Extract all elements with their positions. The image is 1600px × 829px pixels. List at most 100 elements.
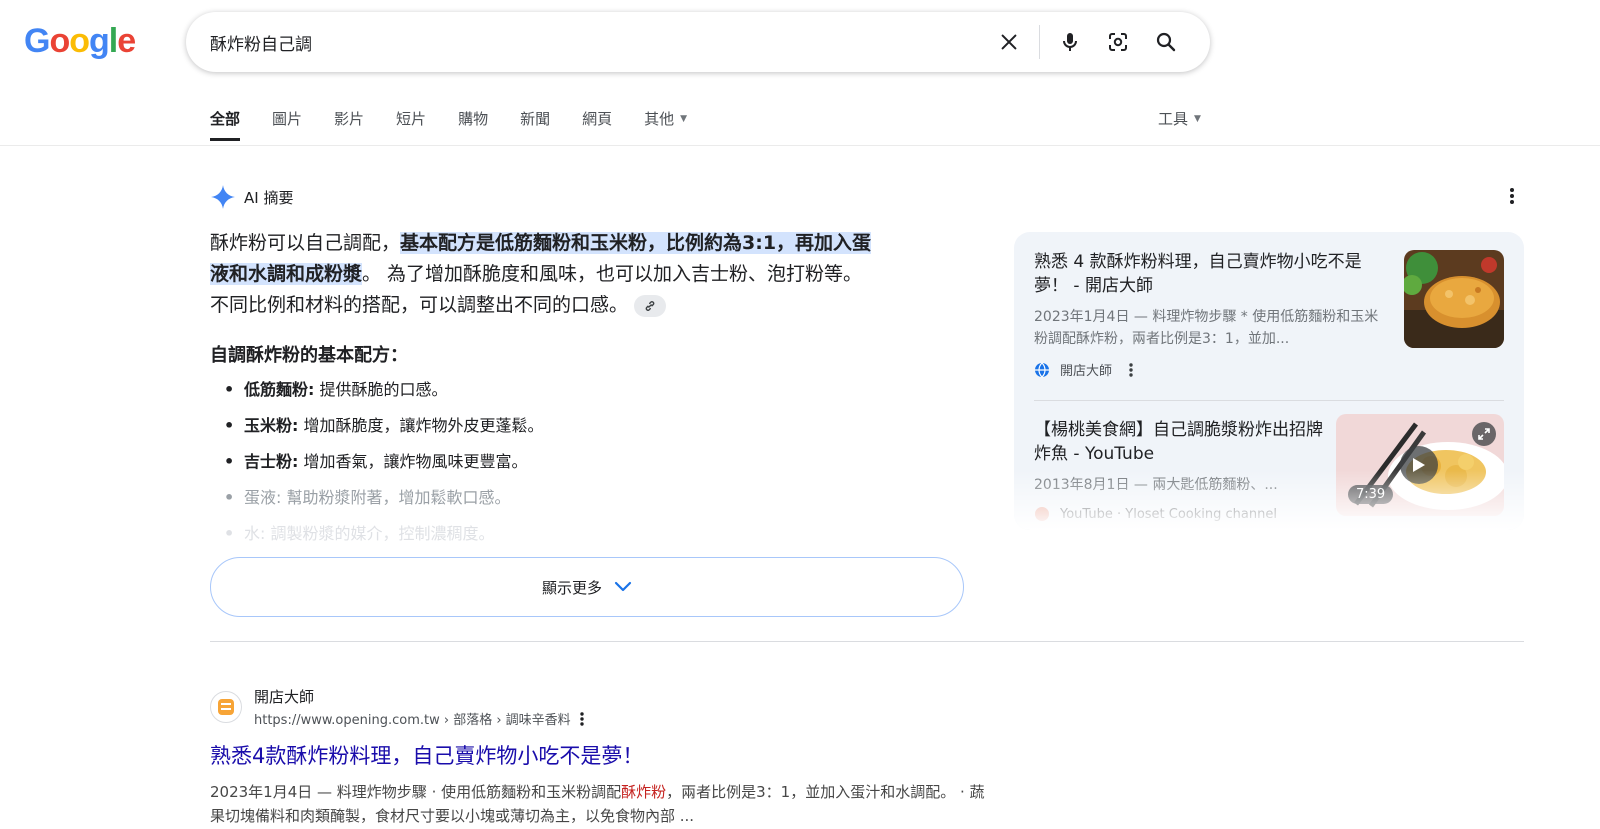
logo-letter: g (89, 22, 110, 60)
tab-images[interactable]: 圖片 (272, 108, 302, 141)
list-item: 吉士粉: 增加香氣，讓炸物風味更豐富。 (224, 450, 944, 474)
tab-web[interactable]: 網頁 (582, 108, 612, 141)
show-more-label: 顯示更多 (541, 578, 602, 597)
source-card-divider (1034, 400, 1504, 401)
source-name: YouTube · Yloset Cooking channel (1060, 506, 1277, 522)
source-card-title[interactable]: 熟悉 4 款酥炸粉料理，自己賣炸物小吃不是夢！ - 開店大師 (1034, 250, 1384, 298)
ai-sources-panel: 熟悉 4 款酥炸粉料理，自己賣炸物小吃不是夢！ - 開店大師 2023年1月4日… (1014, 232, 1524, 530)
search-actions (985, 12, 1190, 72)
youtube-channel-icon (1035, 507, 1049, 521)
ai-highlight: 液和水調和成粉漿 (210, 263, 363, 285)
expand-icon (1478, 428, 1490, 440)
source-card[interactable]: 【楊桃美食網】自己調脆漿粉炸出招牌炸魚 - YouTube 2013年8月1日 … (1034, 414, 1504, 522)
google-logo[interactable]: Google (24, 22, 136, 61)
source-thumbnail[interactable] (1404, 250, 1504, 348)
search-divider (1039, 25, 1040, 59)
show-more-button[interactable]: 顯示更多 (210, 557, 964, 617)
lens-search-button[interactable] (1094, 18, 1142, 66)
tab-label: 短片 (396, 110, 427, 128)
tab-label: 網頁 (582, 110, 613, 128)
tab-label: 新聞 (520, 110, 551, 128)
source-card-title[interactable]: 【楊桃美食網】自己調脆漿粉炸出招牌炸魚 - YouTube (1034, 418, 1334, 466)
microphone-icon (1063, 33, 1077, 51)
search-button[interactable] (1142, 18, 1190, 66)
tab-shopping[interactable]: 購物 (458, 108, 488, 141)
source-name: 開店大師 (1060, 364, 1113, 379)
chevron-down-icon (614, 581, 632, 592)
site-logo-icon (218, 699, 234, 715)
fried-chicken-image (1404, 250, 1504, 348)
tab-label: 圖片 (272, 110, 303, 128)
search-input[interactable] (210, 32, 970, 52)
item-desc: 增加酥脆度，讓炸物外皮更蓬鬆。 (298, 416, 544, 435)
source-card-snippet: 2023年1月4日 — 料理炸物步驟 * 使用低筋麵粉和玉米粉調配酥炸粉，兩者比… (1034, 309, 1379, 347)
logo-letter: o (69, 22, 90, 60)
result-url: https://www.opening.com.tw › 部落格 › 調味辛香料 (254, 713, 571, 728)
result-title-link[interactable]: 熟悉4款酥炸粉料理，自己賣炸物小吃不是夢！ (210, 740, 990, 770)
clear-search-button[interactable] (985, 18, 1033, 66)
list-item: 蛋液: 幫助粉漿附著，增加鬆軟口感。 (224, 486, 944, 510)
ai-ingredient-list: 低筋麵粉: 提供酥脆的口感。 玉米粉: 增加酥脆度，讓炸物外皮更蓬鬆。 吉士粉:… (224, 378, 944, 558)
play-icon (1413, 458, 1425, 472)
item-desc: 提供酥脆的口感。 (314, 380, 448, 399)
more-vert-icon[interactable] (579, 711, 585, 727)
camera-icon (1109, 33, 1127, 51)
caret-down-icon: ▼ (1194, 113, 1201, 124)
logo-letter: e (117, 22, 136, 60)
result-site-name: 開店大師 (254, 688, 315, 706)
video-thumbnail[interactable]: 7:39 (1336, 414, 1504, 516)
tab-shorts[interactable]: 短片 (396, 108, 426, 141)
globe-icon (1035, 362, 1049, 378)
caret-down-icon: ▼ (680, 113, 688, 124)
tab-all[interactable]: 全部 (210, 108, 241, 141)
source-link-chip[interactable] (634, 294, 667, 317)
item-term: 玉米粉: (244, 416, 299, 435)
result-site[interactable]: 開店大師 https://www.opening.com.tw › 部落格 › … (210, 686, 990, 728)
list-item: 低筋麵粉: 提供酥脆的口感。 (224, 378, 944, 402)
list-item: 水: 調製粉漿的媒介，控制濃稠度。 (224, 522, 944, 546)
tools-label: 工具 (1158, 110, 1189, 128)
item-desc: 幫助粉漿附著，增加鬆軟口感。 (281, 488, 511, 507)
header-divider (0, 145, 1600, 146)
list-item: 玉米粉: 增加酥脆度，讓炸物外皮更蓬鬆。 (224, 414, 944, 438)
search-box (186, 12, 1210, 72)
result-url-row: https://www.opening.com.tw › 部落格 › 調味辛香料 (254, 709, 585, 728)
ai-text: 。 為了增加酥脆度和風味，也可以加入吉士粉、泡打粉等。 (362, 263, 863, 285)
tab-label: 全部 (210, 110, 241, 128)
voice-search-button[interactable] (1046, 18, 1094, 66)
source-card-site: 開店大師 (1034, 360, 1504, 379)
ai-subheading: 自調酥炸粉的基本配方： (210, 345, 408, 366)
search-tabs: 全部 圖片 影片 短片 購物 新聞 網頁 其他 ▼ (210, 108, 719, 141)
tools-button[interactable]: 工具 ▼ (1158, 108, 1201, 129)
ai-text: 不同比例和材料的搭配，可以調整出不同的口感。 (210, 294, 629, 316)
video-duration: 7:39 (1348, 485, 1394, 504)
ai-overview-text: 酥炸粉可以自己調配，基本配方是低筋麵粉和玉米粉，比例約為3:1，再加入蛋液和水調… (210, 228, 970, 321)
snippet-text: 2023年1月4日 — 料理炸物步驟 · 使用低筋麵粉和玉米粉調配 (210, 783, 622, 801)
ai-highlight: 基本配方是低筋麵粉和玉米粉，比例約為3:1，再加入蛋 (400, 232, 872, 254)
expand-button[interactable] (1472, 422, 1496, 446)
ai-overview-menu-button[interactable] (1500, 184, 1524, 208)
result-snippet: 2023年1月4日 — 料理炸物步驟 · 使用低筋麵粉和玉米粉調配酥炸粉，兩者比… (210, 780, 990, 828)
item-desc: 調製粉漿的媒介，控制濃稠度。 (265, 524, 495, 543)
snippet-highlight: 酥炸粉 (621, 783, 667, 801)
play-button[interactable] (1400, 446, 1438, 484)
logo-letter: G (24, 22, 50, 60)
link-icon (645, 300, 655, 311)
ai-overview-label: AI 摘要 (244, 188, 294, 207)
tab-label: 影片 (334, 110, 365, 128)
tab-videos[interactable]: 影片 (334, 108, 364, 141)
source-card[interactable]: 熟悉 4 款酥炸粉料理，自己賣炸物小吃不是夢！ - 開店大師 2023年1月4日… (1034, 250, 1504, 379)
source-card-snippet: 2013年8月1日 — 兩大匙低筋麵粉、... (1034, 477, 1278, 493)
tab-more[interactable]: 其他 ▼ (644, 108, 687, 141)
logo-letter: o (49, 22, 70, 60)
item-term: 水: (244, 524, 266, 543)
tab-label: 其他 (644, 110, 675, 128)
item-term: 吉士粉: (244, 452, 299, 471)
more-vert-icon[interactable] (1128, 362, 1134, 378)
tab-news[interactable]: 新聞 (520, 108, 550, 141)
site-favicon (210, 691, 242, 723)
ai-overview-header: AI 摘要 (210, 184, 293, 210)
ai-text: 酥炸粉可以自己調配， (210, 232, 401, 254)
close-icon (1001, 34, 1017, 50)
item-term: 低筋麵粉: (244, 380, 315, 399)
